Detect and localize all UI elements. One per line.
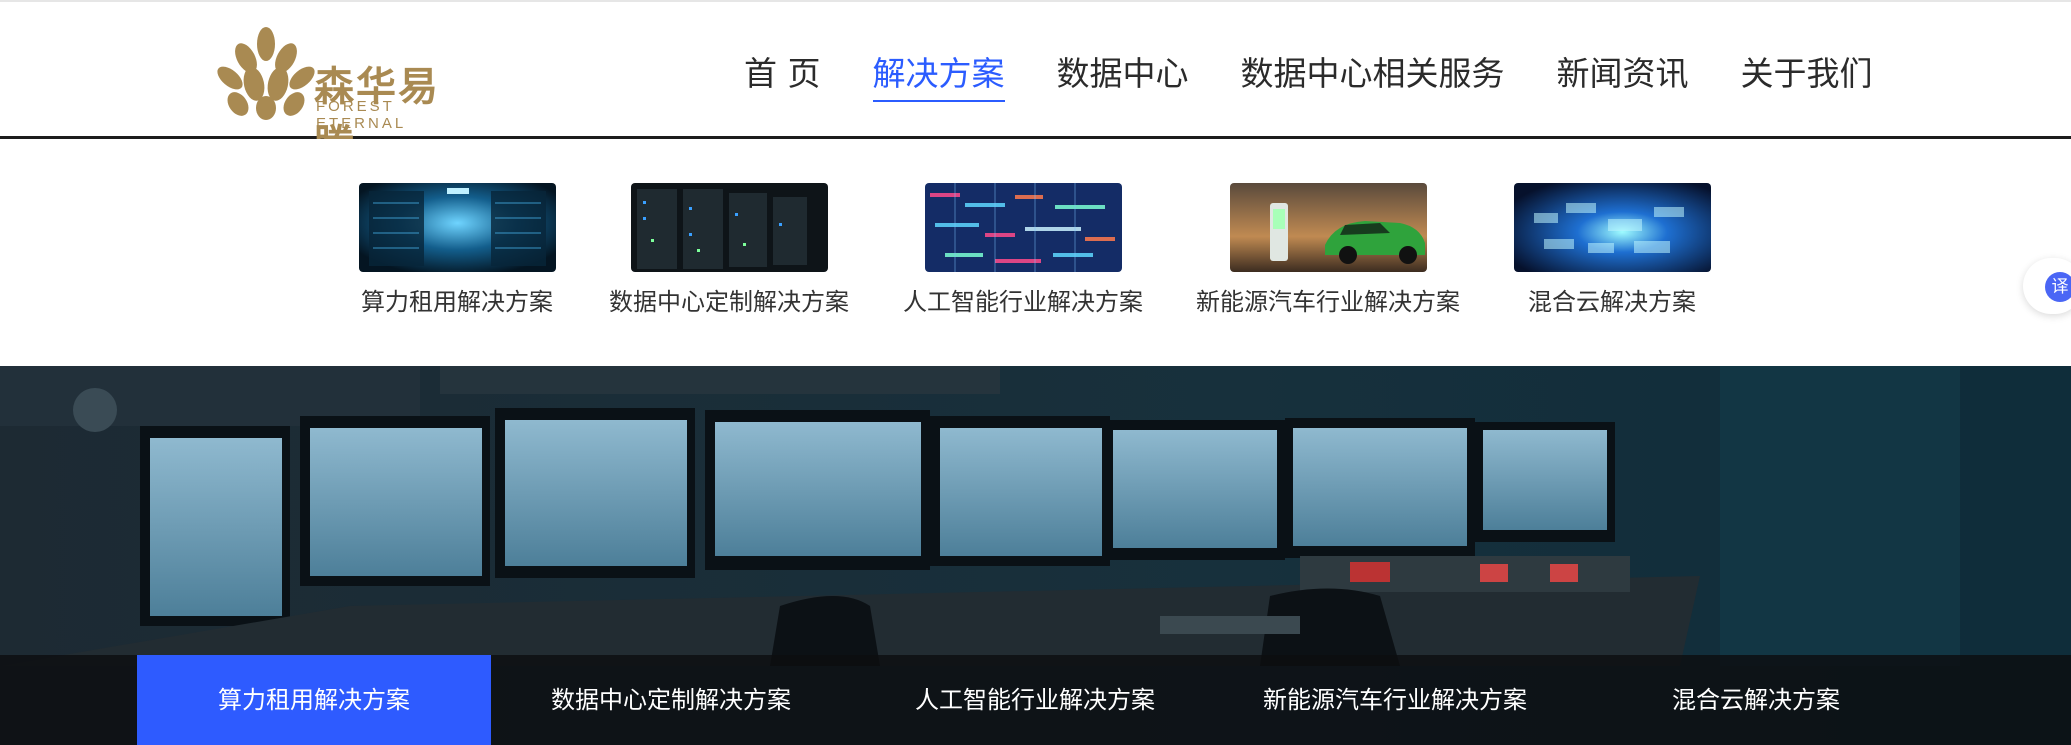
nav-item-solutions[interactable]: 解决方案 (872, 52, 1005, 102)
banner-tab-compute-rental[interactable]: 算力租用解决方案 (137, 655, 491, 745)
nav-item-about[interactable]: 关于我们 (1741, 52, 1873, 102)
dropdown-item-compute-rental[interactable]: 算力租用解决方案 (347, 183, 567, 317)
dropdown-item-label: 混合云解决方案 (1528, 288, 1696, 316)
banner-tab-dc-custom[interactable]: 数据中心定制解决方案 (491, 655, 851, 745)
solution-tabbar: 算力租用解决方案 数据中心定制解决方案 人工智能行业解决方案 新能源汽车行业解决… (0, 655, 2071, 745)
dropdown-item-ai-industry[interactable]: 人工智能行业解决方案 (898, 183, 1148, 317)
logo[interactable]: 森华易腾 FOREST ETERNAL (216, 24, 470, 168)
main-nav: 首 页 解决方案 数据中心 数据中心相关服务 新闻资讯 关于我们 (744, 52, 1925, 102)
dropdown-item-label: 算力租用解决方案 (361, 288, 553, 316)
nav-item-news[interactable]: 新闻资讯 (1557, 52, 1689, 102)
compute-rental-thumbnail (358, 183, 556, 272)
dropdown-item-hybrid-cloud[interactable]: 混合云解决方案 (1512, 183, 1712, 317)
solutions-dropdown: 算力租用解决方案 数据中心定制解决方案 人工智能行业解决方案 新能源汽车行业解决… (0, 139, 2071, 367)
dropdown-item-label: 人工智能行业解决方案 (903, 288, 1143, 316)
ai-industry-thumbnail (924, 183, 1122, 272)
hero-banner: 算力租用解决方案 数据中心定制解决方案 人工智能行业解决方案 新能源汽车行业解决… (0, 366, 2071, 745)
site-header: 森华易腾 FOREST ETERNAL 首 页 解决方案 数据中心 数据中心相关… (0, 0, 2071, 168)
nav-item-home[interactable]: 首 页 (744, 52, 821, 102)
banner-tab-ev-industry[interactable]: 新能源汽车行业解决方案 (1219, 655, 1571, 745)
nav-item-data-center[interactable]: 数据中心 (1057, 52, 1189, 102)
nav-item-dc-services[interactable]: 数据中心相关服务 (1241, 52, 1505, 102)
dropdown-item-label: 数据中心定制解决方案 (609, 288, 849, 316)
dropdown-item-label: 新能源汽车行业解决方案 (1196, 288, 1460, 316)
translate-button[interactable]: 译 (2023, 258, 2071, 314)
banner-tab-ai-industry[interactable]: 人工智能行业解决方案 (851, 655, 1219, 745)
dc-custom-thumbnail (630, 183, 828, 272)
banner-tab-hybrid-cloud[interactable]: 混合云解决方案 (1571, 655, 1941, 745)
dropdown-item-ev-industry[interactable]: 新能源汽车行业解决方案 (1193, 183, 1463, 317)
logo-name-en: FOREST ETERNAL (316, 98, 407, 132)
dropdown-item-dc-custom[interactable]: 数据中心定制解决方案 (604, 183, 854, 317)
ev-industry-thumbnail (1229, 183, 1427, 272)
logo-leaf-icon (217, 27, 315, 120)
translate-icon: 译 (2045, 272, 2071, 302)
hybrid-cloud-thumbnail (1513, 183, 1711, 272)
